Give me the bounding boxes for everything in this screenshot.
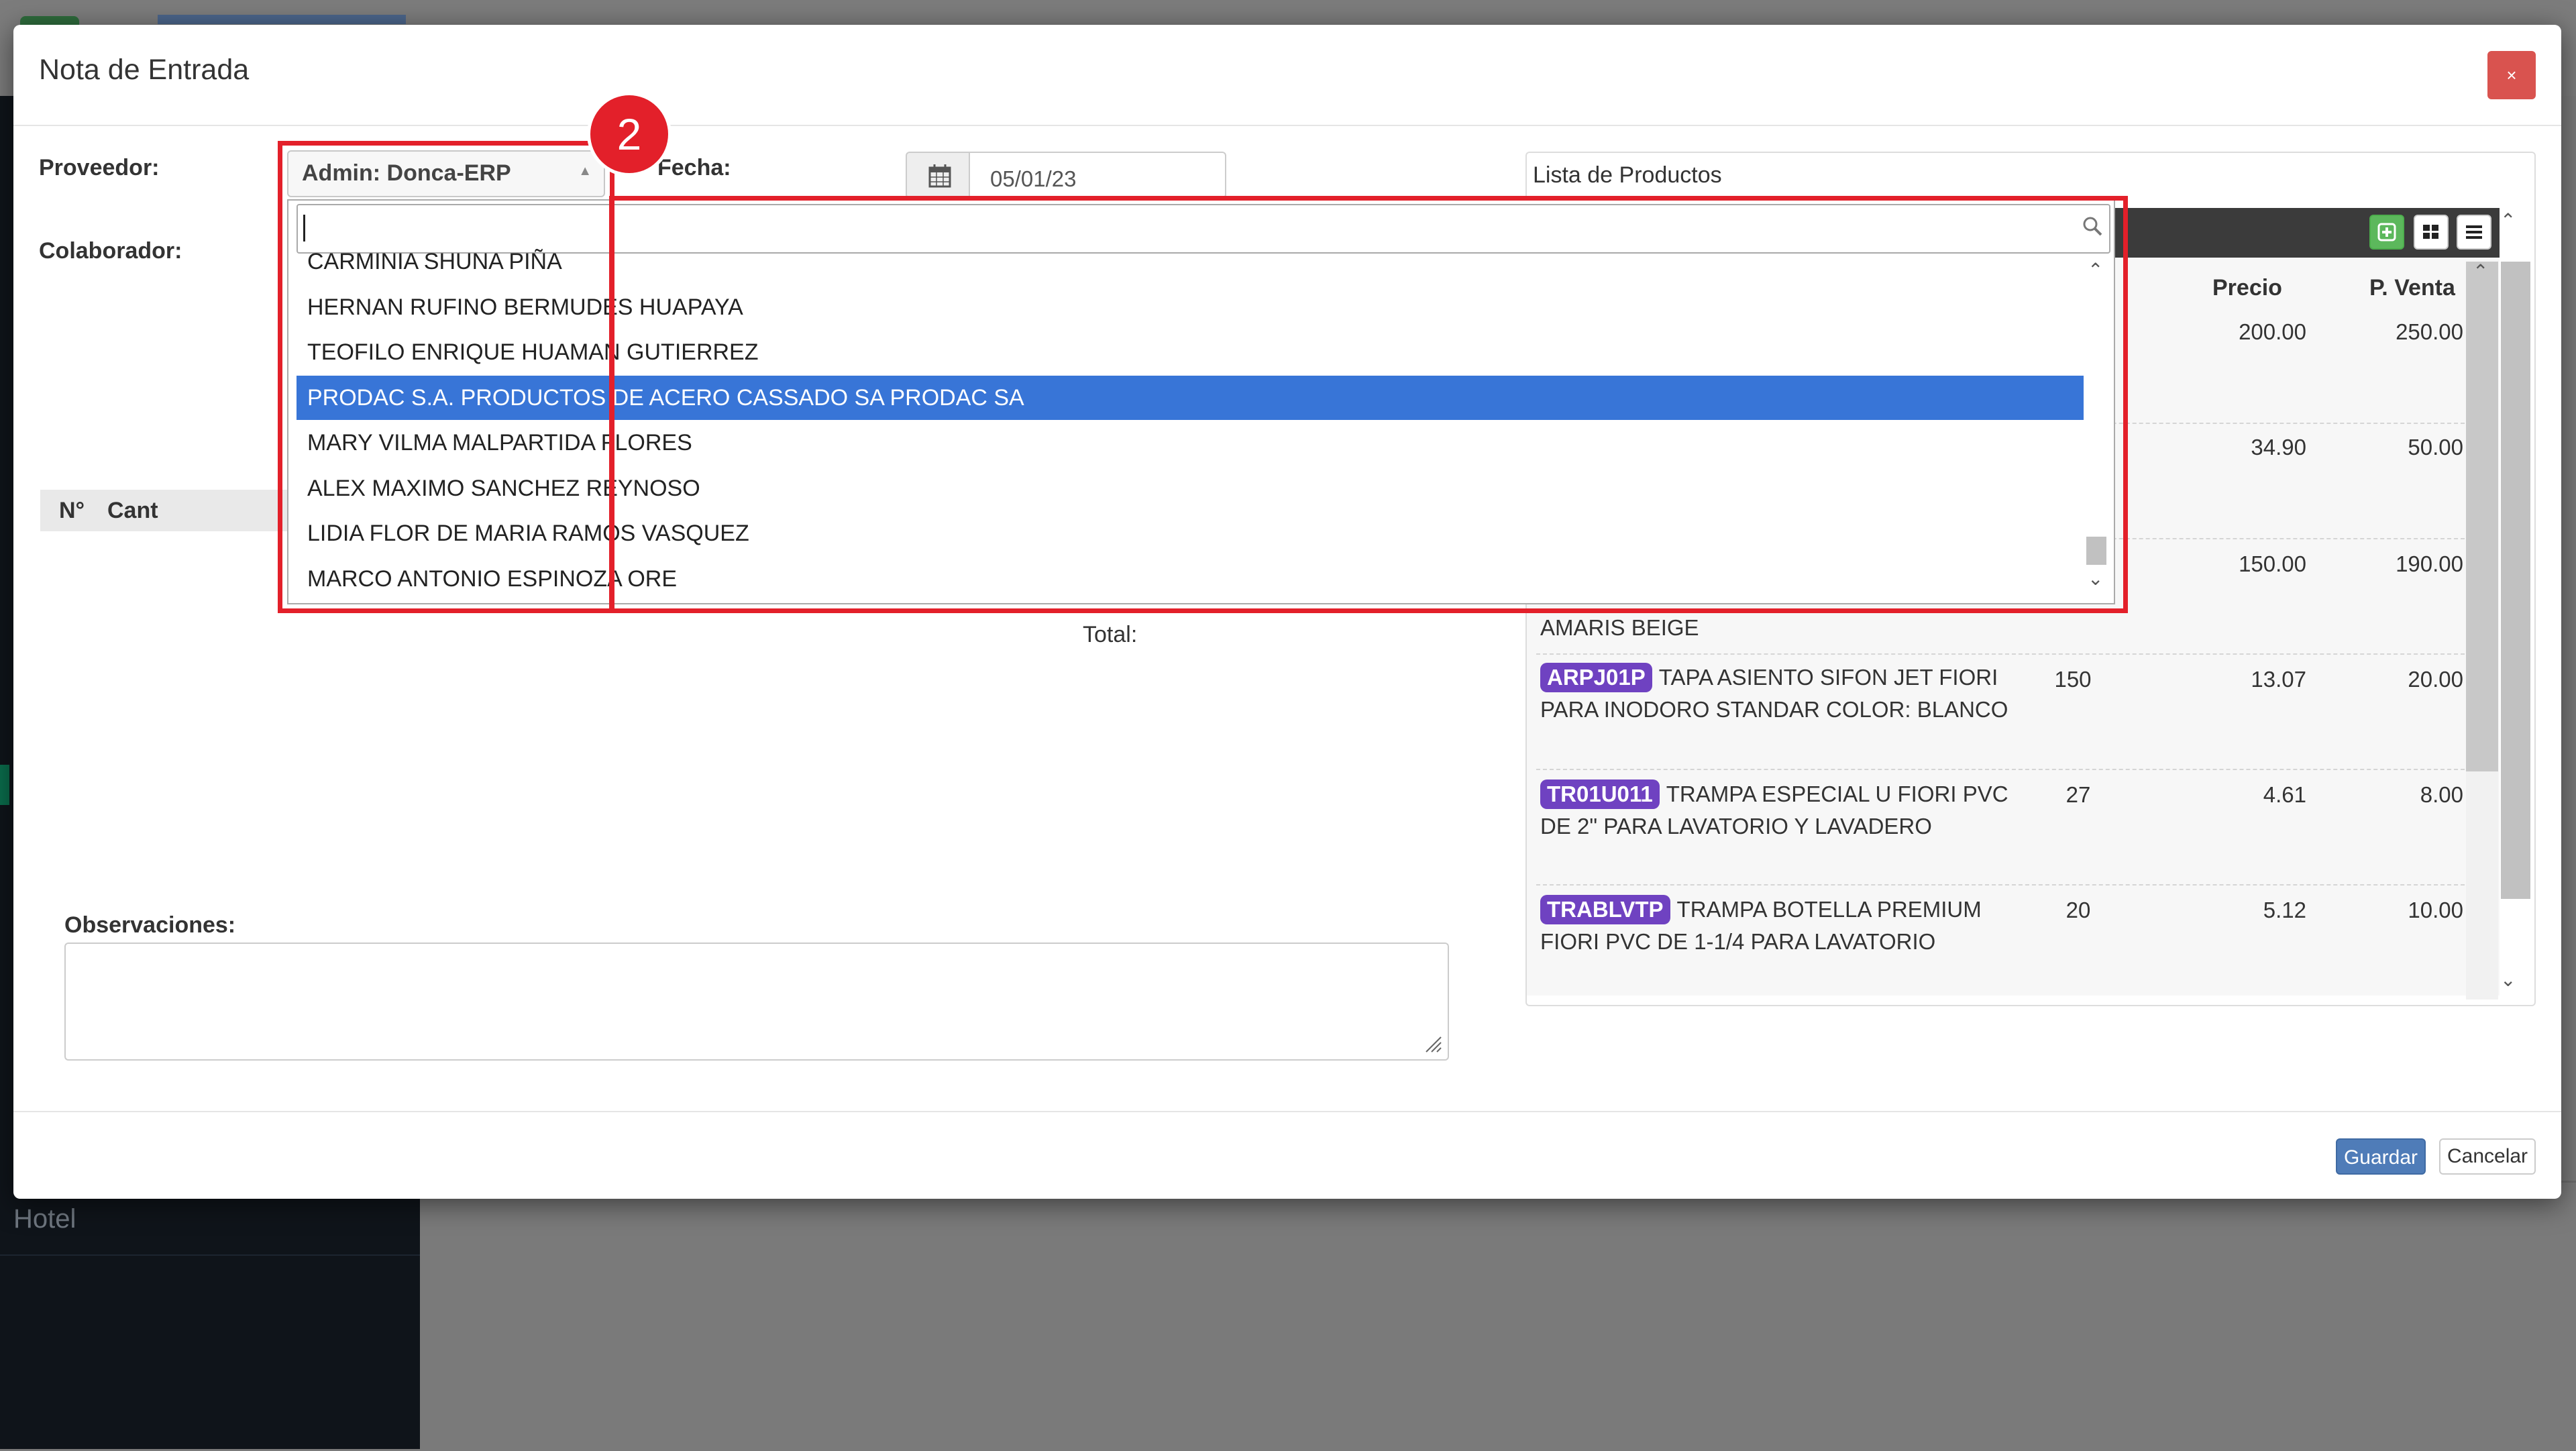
row-divider	[1536, 884, 2465, 885]
row-precio: 34.90	[2251, 435, 2306, 460]
product-code-badge: TR01U011	[1540, 780, 1660, 809]
background-sidebar-accent	[0, 765, 9, 805]
row-precio: 5.12	[2263, 898, 2306, 922]
fecha-label: Fecha:	[657, 155, 731, 180]
row-divider	[1536, 653, 2465, 655]
step-badge: 2	[590, 95, 668, 173]
row-pventa: 8.00	[2420, 782, 2463, 807]
modal-footer-divider	[13, 1111, 2561, 1112]
productos-scrollbar-track[interactable]	[2466, 771, 2498, 1000]
row-precio: 150.00	[2239, 551, 2306, 576]
background-content	[429, 1181, 2576, 1451]
row-pventa: 190.00	[2396, 551, 2463, 576]
background-logo	[158, 15, 406, 24]
add-product-button[interactable]	[2369, 215, 2404, 250]
row-pventa: 20.00	[2408, 667, 2463, 692]
table-row[interactable]: TRABLVTP TRAMPA BOTELLA PREMIUM FIORI PVC…	[1540, 894, 2023, 958]
panel-scrollbar-thumb[interactable]	[2501, 262, 2530, 899]
col-pventa: P. Venta	[2369, 275, 2455, 301]
col-precio: Precio	[2212, 275, 2282, 301]
table-row[interactable]: ARPJ01P TAPA ASIENTO SIFON JET FIORI PARA…	[1540, 661, 2023, 726]
chevron-down-icon[interactable]: ⌄	[2500, 969, 2516, 991]
grid-view-icon[interactable]	[2414, 215, 2449, 250]
row-precio: 4.61	[2263, 782, 2306, 807]
chevron-up-icon[interactable]: ⌃	[2500, 209, 2516, 231]
row-precio: 13.07	[2251, 667, 2306, 692]
row-stock: 27	[2065, 782, 2091, 807]
row-precio: 200.00	[2239, 319, 2306, 344]
total-label: Total:	[1083, 622, 1138, 647]
product-code-badge: ARPJ01P	[1540, 663, 1652, 692]
fecha-value: 05/01/23	[990, 166, 1077, 191]
productos-title: Lista de Productos	[1533, 162, 1722, 188]
highlight-box	[609, 196, 2128, 613]
sidebar-item-hotel[interactable]: Hotel	[13, 1204, 76, 1234]
cancelar-button[interactable]: Cancelar	[2439, 1138, 2536, 1175]
row-pventa: 50.00	[2408, 435, 2463, 460]
row-pventa: 250.00	[2396, 319, 2463, 344]
detail-col-number: N°	[59, 498, 85, 523]
resize-handle-icon[interactable]	[1422, 1033, 1442, 1053]
row-stock: 150	[2054, 667, 2092, 692]
row-pventa: 10.00	[2408, 898, 2463, 922]
calendar-icon[interactable]	[906, 152, 970, 199]
row-divider	[1536, 769, 2465, 770]
sidebar-divider	[0, 1254, 420, 1256]
product-code-badge: TRABLVTP	[1540, 895, 1670, 924]
row-stock: 20	[2065, 898, 2091, 922]
close-button[interactable]: ×	[2487, 51, 2536, 99]
observaciones-textarea[interactable]	[64, 943, 1449, 1061]
guardar-button[interactable]: Guardar	[2336, 1138, 2426, 1175]
highlight-box	[278, 141, 614, 613]
list-view-icon[interactable]	[2457, 215, 2491, 250]
colaborador-label: Colaborador:	[39, 238, 182, 264]
product-description: AMARIS BEIGE	[1540, 615, 1699, 640]
detail-col-cant: Cant	[107, 498, 158, 523]
table-row[interactable]: TR01U011 TRAMPA ESPECIAL U FIORI PVC DE 2…	[1540, 778, 2023, 843]
proveedor-label: Proveedor:	[39, 155, 160, 180]
modal-title: Nota de Entrada	[39, 54, 250, 86]
chevron-up-icon[interactable]: ⌃	[2473, 260, 2488, 282]
modal-header-divider	[13, 125, 2561, 126]
observaciones-label: Observaciones:	[64, 912, 236, 938]
